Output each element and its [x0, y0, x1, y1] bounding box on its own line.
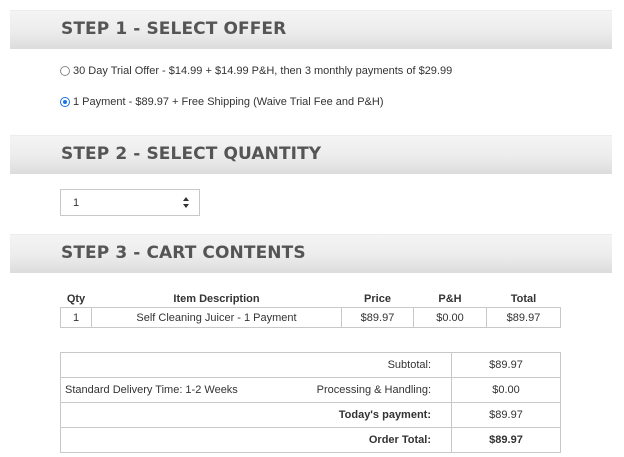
col-ph-header: P&H [438, 292, 462, 305]
select-arrows-icon [183, 197, 189, 208]
offer-trial-label: 30 Day Trial Offer - $14.99 + $14.99 P&H… [73, 65, 453, 77]
cell-price: $89.97 [341, 307, 414, 328]
step2-header: STEP 2 - SELECT QUANTITY [10, 135, 612, 174]
processing-row: Standard Delivery Time: 1-2 Weeks Proces… [59, 377, 561, 403]
quantity-select[interactable]: 1 [60, 189, 200, 216]
step3-title: STEP 3 - CART CONTENTS [61, 243, 306, 263]
step3-header: STEP 3 - CART CONTENTS [10, 234, 612, 273]
subtotal-value: $89.97 [451, 352, 561, 378]
col-qty-header: Qty [66, 292, 86, 305]
cart-header-row: Qty Item Description Price P&H Total [61, 290, 561, 308]
step1-title: STEP 1 - SELECT OFFER [61, 19, 287, 39]
order-total-value: $89.97 [451, 427, 561, 453]
cell-description: Self Cleaning Juicer - 1 Payment [91, 307, 342, 328]
order-total-label: Order Total: [60, 427, 452, 453]
cell-ph: $0.00 [413, 307, 487, 328]
totals-table: Subtotal: $89.97 Standard Delivery Time:… [59, 352, 561, 453]
step2-title: STEP 2 - SELECT QUANTITY [61, 144, 322, 164]
subtotal-row: Subtotal: $89.97 [60, 352, 561, 378]
subtotal-label: Subtotal: [60, 352, 452, 378]
offer-trial-radio[interactable] [60, 66, 70, 76]
today-payment-value: $89.97 [451, 402, 561, 428]
offer-option-trial[interactable]: 30 Day Trial Offer - $14.99 + $14.99 P&H… [60, 65, 452, 77]
today-payment-row: Today's payment: $89.97 [60, 402, 561, 428]
step1-header: STEP 1 - SELECT OFFER [10, 10, 612, 49]
processing-value: $0.00 [451, 377, 561, 403]
cell-qty: 1 [60, 307, 92, 328]
table-row: 1 Self Cleaning Juicer - 1 Payment $89.9… [60, 307, 561, 328]
offer-one-payment-radio[interactable] [60, 97, 70, 107]
col-description-header: Item Description [173, 292, 260, 305]
cell-total: $89.97 [486, 307, 561, 328]
quantity-value: 1 [73, 197, 80, 209]
delivery-time-text: Standard Delivery Time: 1-2 Weeks [59, 377, 283, 403]
order-total-row: Order Total: $89.97 [60, 427, 561, 453]
offer-one-payment-label: 1 Payment - $89.97 + Free Shipping (Waiv… [73, 96, 384, 108]
processing-label: Processing & Handling: [282, 377, 452, 403]
today-payment-label: Today's payment: [60, 402, 452, 428]
cart-table: Qty Item Description Price P&H Total 1 S… [60, 290, 561, 328]
col-total-header: Total [510, 292, 537, 305]
col-price-header: Price [364, 292, 391, 305]
offer-option-one-payment[interactable]: 1 Payment - $89.97 + Free Shipping (Waiv… [60, 96, 384, 108]
